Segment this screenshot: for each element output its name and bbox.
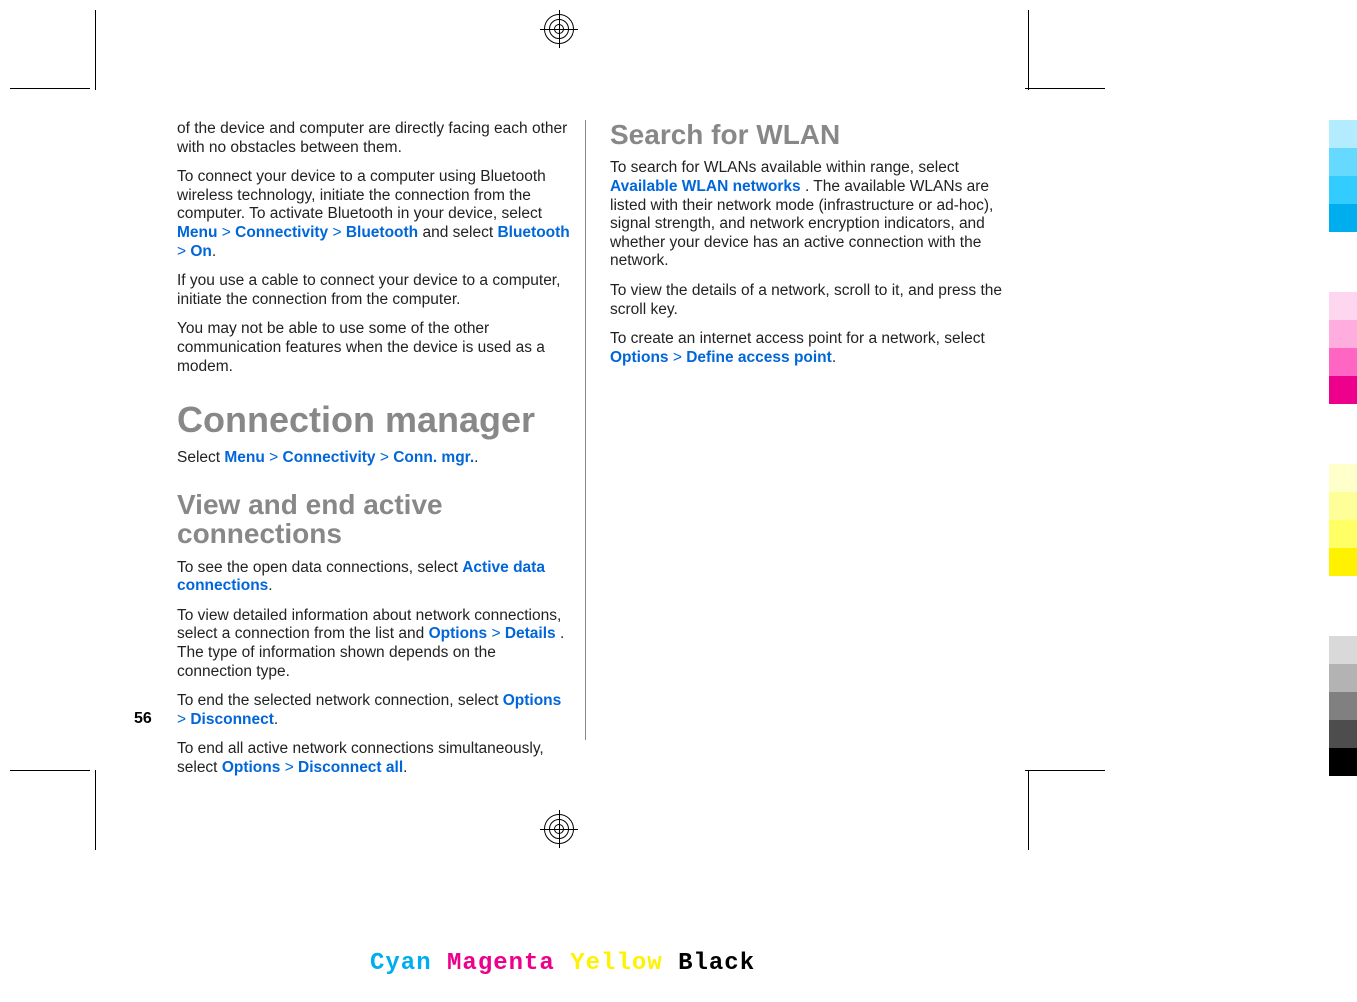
crop-mark: [1028, 770, 1029, 850]
registration-mark-icon: [540, 10, 578, 48]
black-label: Black: [678, 950, 755, 977]
menu-link: Menu: [177, 224, 217, 241]
text: and select: [422, 224, 497, 241]
color-swatch: [1329, 520, 1357, 548]
left-column: of the device and computer are directly …: [177, 120, 574, 740]
menu-link: Options: [610, 349, 669, 366]
crop-mark: [10, 770, 90, 771]
separator: >: [285, 759, 298, 776]
color-swatch: [1329, 720, 1357, 748]
text: Select: [177, 449, 224, 466]
text: To end the selected network connection, …: [177, 692, 503, 709]
text: To search for WLANs available within ran…: [610, 159, 959, 176]
separator: >: [380, 449, 393, 466]
color-swatch: [1329, 664, 1357, 692]
crop-mark: [95, 770, 96, 850]
body-text: of the device and computer are directly …: [177, 120, 574, 157]
separator: >: [177, 711, 190, 728]
page-content: of the device and computer are directly …: [177, 120, 1007, 740]
heading-search-wlan: Search for WLAN: [610, 120, 1007, 149]
menu-link: Menu: [224, 449, 264, 466]
crop-mark: [10, 88, 90, 89]
text: To create an internet access point for a…: [610, 330, 985, 347]
color-swatch: [1329, 376, 1357, 404]
color-swatch: [1329, 348, 1357, 376]
color-swatch: [1329, 464, 1357, 492]
separator: >: [673, 349, 686, 366]
cmyk-footer: Cyan Magenta Yellow Black: [370, 950, 755, 977]
cyan-label: Cyan: [370, 950, 432, 977]
body-text: To view detailed information about netwo…: [177, 607, 574, 681]
menu-link: Connectivity: [235, 224, 328, 241]
color-swatch: [1329, 120, 1357, 148]
crop-mark: [95, 10, 96, 90]
color-calibration-bars: [1329, 120, 1357, 836]
menu-link: Options: [503, 692, 562, 709]
color-swatch: [1329, 292, 1357, 320]
yellow-label: Yellow: [570, 950, 662, 977]
heading-view-end-connections: View and end active connections: [177, 490, 574, 549]
separator: >: [269, 449, 282, 466]
body-text: To search for WLANs available within ran…: [610, 159, 1007, 271]
page-number: 56: [134, 710, 152, 728]
body-text: To end all active network connections si…: [177, 740, 574, 777]
text: .: [268, 577, 272, 594]
color-swatch: [1329, 748, 1357, 776]
registration-mark-icon: [540, 810, 578, 848]
text: .: [403, 759, 407, 776]
color-swatch: [1329, 692, 1357, 720]
menu-link: On: [190, 243, 212, 260]
text: .: [274, 711, 278, 728]
menu-link: Available WLAN networks: [610, 178, 801, 195]
menu-link: Define access point: [686, 349, 832, 366]
color-swatch: [1329, 492, 1357, 520]
menu-link: Connectivity: [283, 449, 376, 466]
text: .: [832, 349, 836, 366]
body-text: If you use a cable to connect your devic…: [177, 272, 574, 309]
body-text: To connect your device to a computer usi…: [177, 168, 574, 261]
separator: >: [177, 243, 190, 260]
right-column: Search for WLAN To search for WLANs avai…: [610, 120, 1007, 740]
color-swatch: [1329, 548, 1357, 576]
menu-link: Disconnect: [190, 711, 274, 728]
menu-link: Bluetooth: [346, 224, 418, 241]
separator: >: [332, 224, 345, 241]
body-text: Select Menu > Connectivity > Conn. mgr..: [177, 449, 574, 468]
crop-mark: [1025, 88, 1105, 89]
text: To connect your device to a computer usi…: [177, 168, 546, 222]
crop-mark: [1028, 10, 1029, 90]
color-swatch: [1329, 204, 1357, 232]
menu-link: Details: [505, 625, 556, 642]
text: To see the open data connections, select: [177, 559, 462, 576]
separator: >: [222, 224, 235, 241]
color-swatch: [1329, 148, 1357, 176]
body-text: To create an internet access point for a…: [610, 330, 1007, 367]
text: .: [212, 243, 216, 260]
menu-link: Conn. mgr.: [393, 449, 474, 466]
body-text: To end the selected network connection, …: [177, 692, 574, 729]
menu-link: Disconnect all: [298, 759, 403, 776]
text: .: [474, 449, 478, 466]
menu-link: Bluetooth: [497, 224, 569, 241]
body-text: You may not be able to use some of the o…: [177, 320, 574, 376]
color-swatch: [1329, 636, 1357, 664]
color-swatch: [1329, 176, 1357, 204]
heading-connection-manager: Connection manager: [177, 398, 574, 441]
separator: >: [491, 625, 504, 642]
crop-mark: [1025, 770, 1105, 771]
magenta-label: Magenta: [447, 950, 555, 977]
menu-link: Options: [429, 625, 488, 642]
color-swatch: [1329, 320, 1357, 348]
body-text: To view the details of a network, scroll…: [610, 282, 1007, 319]
menu-link: Options: [222, 759, 281, 776]
body-text: To see the open data connections, select…: [177, 559, 574, 596]
